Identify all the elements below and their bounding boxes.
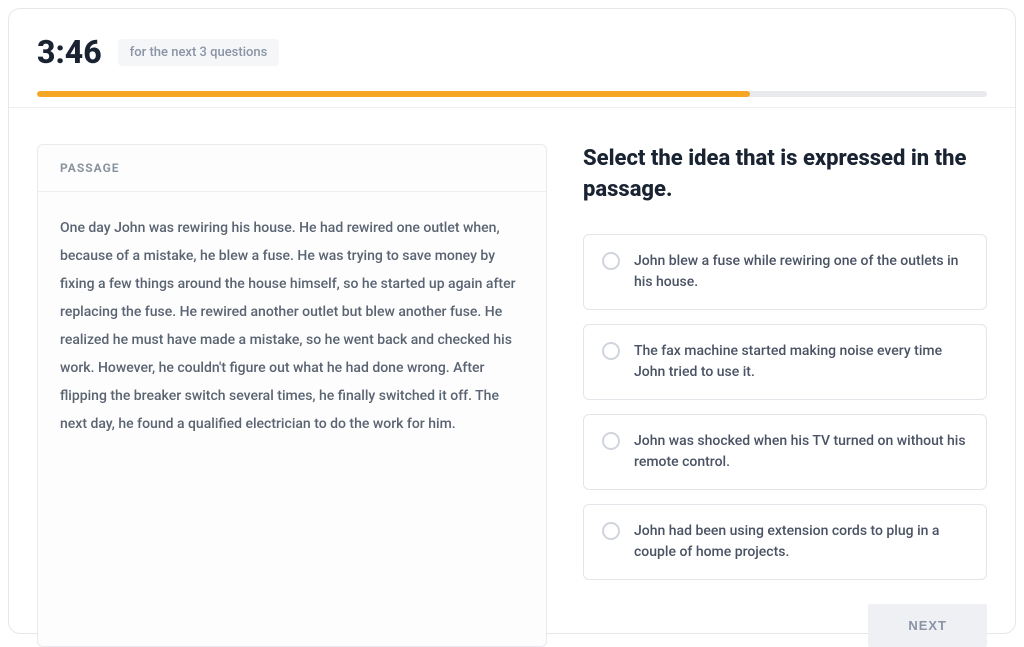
option-text: John was shocked when his TV turned on w…	[634, 431, 968, 473]
options-list: John blew a fuse while rewiring one of t…	[583, 234, 987, 580]
passage-panel: PASSAGE One day John was rewiring his ho…	[37, 144, 547, 647]
header: 3:46 for the next 3 questions	[37, 33, 987, 71]
question-panel: Select the idea that is expressed in the…	[583, 144, 987, 647]
radio-icon	[602, 522, 620, 540]
option-text: The fax machine started making noise eve…	[634, 341, 968, 383]
passage-text: One day John was rewiring his house. He …	[60, 214, 524, 438]
timer-label: for the next 3 questions	[118, 39, 280, 66]
option-text: John blew a fuse while rewiring one of t…	[634, 251, 968, 293]
radio-icon	[602, 342, 620, 360]
next-button[interactable]: NEXT	[868, 604, 987, 647]
question-title: Select the idea that is expressed in the…	[583, 144, 987, 206]
content: PASSAGE One day John was rewiring his ho…	[37, 144, 987, 647]
progress-fill	[37, 91, 750, 97]
passage-body: One day John was rewiring his house. He …	[38, 192, 546, 552]
option-text: John had been using extension cords to p…	[634, 521, 968, 563]
timer-value: 3:46	[37, 33, 102, 71]
footer: NEXT	[583, 580, 987, 647]
divider	[9, 107, 1015, 108]
passage-header: PASSAGE	[38, 145, 546, 192]
option-2[interactable]: John was shocked when his TV turned on w…	[583, 414, 987, 490]
option-3[interactable]: John had been using extension cords to p…	[583, 504, 987, 580]
passage-label: PASSAGE	[60, 161, 524, 175]
radio-icon	[602, 252, 620, 270]
radio-icon	[602, 432, 620, 450]
option-0[interactable]: John blew a fuse while rewiring one of t…	[583, 234, 987, 310]
quiz-container: 3:46 for the next 3 questions PASSAGE On…	[8, 8, 1016, 634]
option-1[interactable]: The fax machine started making noise eve…	[583, 324, 987, 400]
progress-bar	[37, 91, 987, 97]
